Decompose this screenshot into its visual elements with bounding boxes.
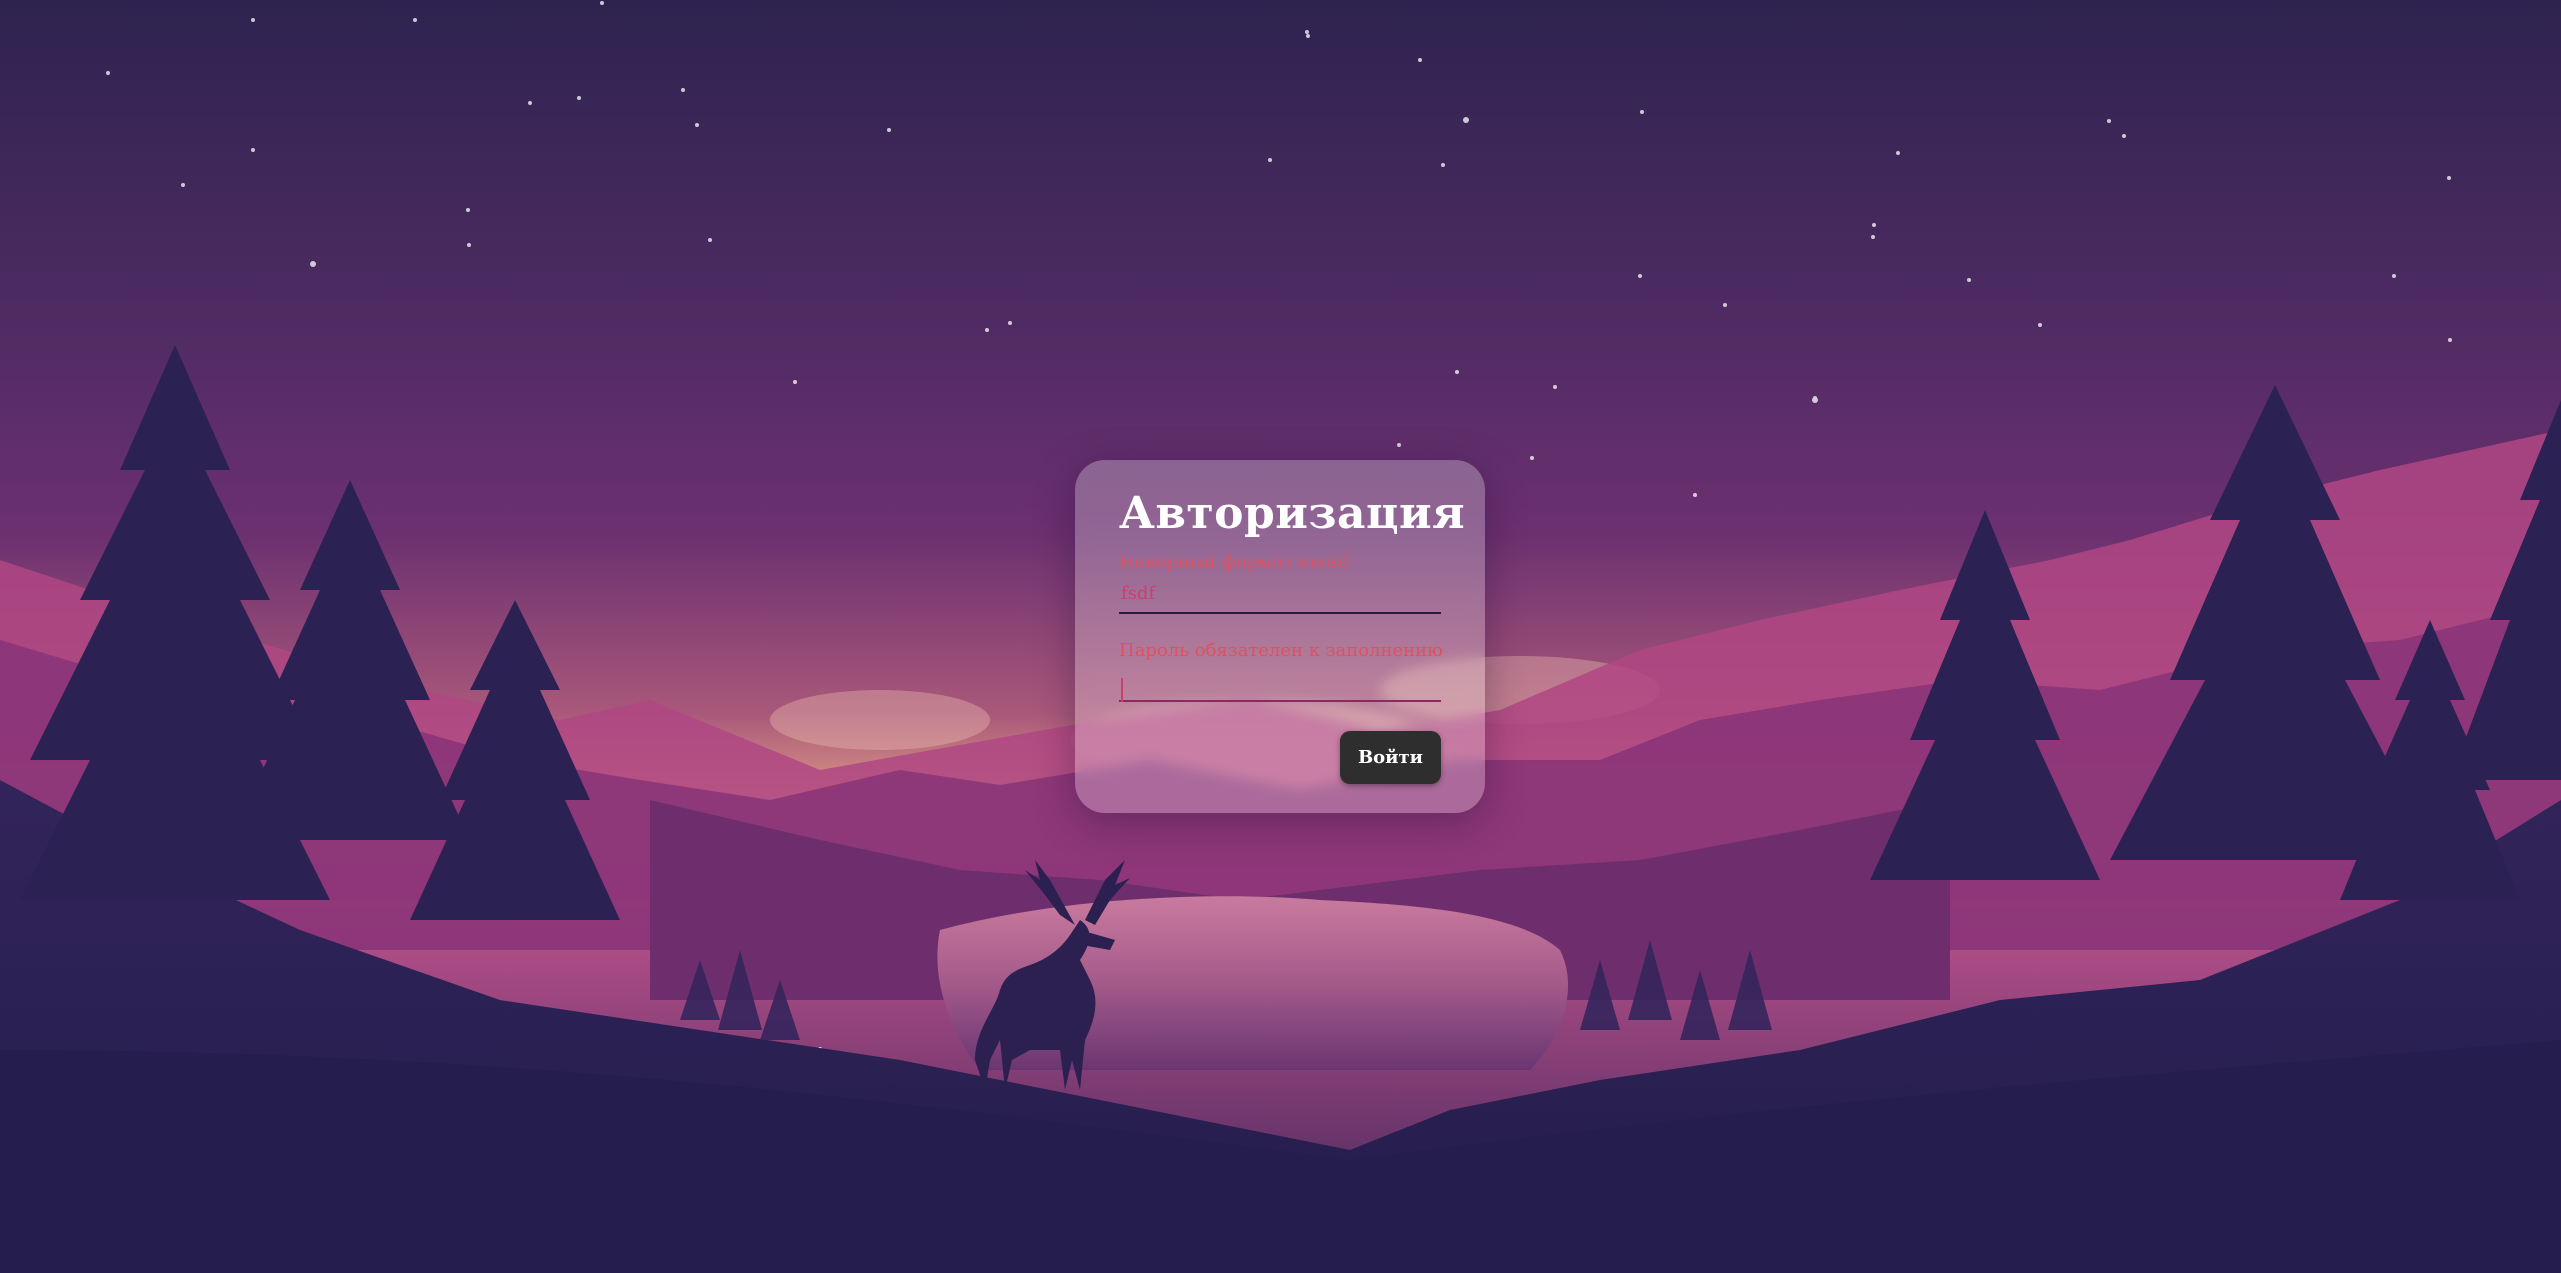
email-field-group: Неверный формат email	[1119, 552, 1441, 632]
login-card: Авторизация Неверный формат email Пароль…	[1075, 460, 1485, 813]
password-field-group: Пароль обязателен к заполнению	[1119, 640, 1443, 720]
text-caret	[1121, 678, 1123, 702]
email-input[interactable]	[1119, 574, 1441, 614]
login-title: Авторизация	[1119, 488, 1466, 539]
password-error-message: Пароль обязателен к заполнению	[1119, 640, 1443, 661]
password-input[interactable]	[1119, 662, 1441, 702]
login-button[interactable]: Войти	[1340, 731, 1441, 784]
email-error-message: Неверный формат email	[1119, 552, 1349, 573]
